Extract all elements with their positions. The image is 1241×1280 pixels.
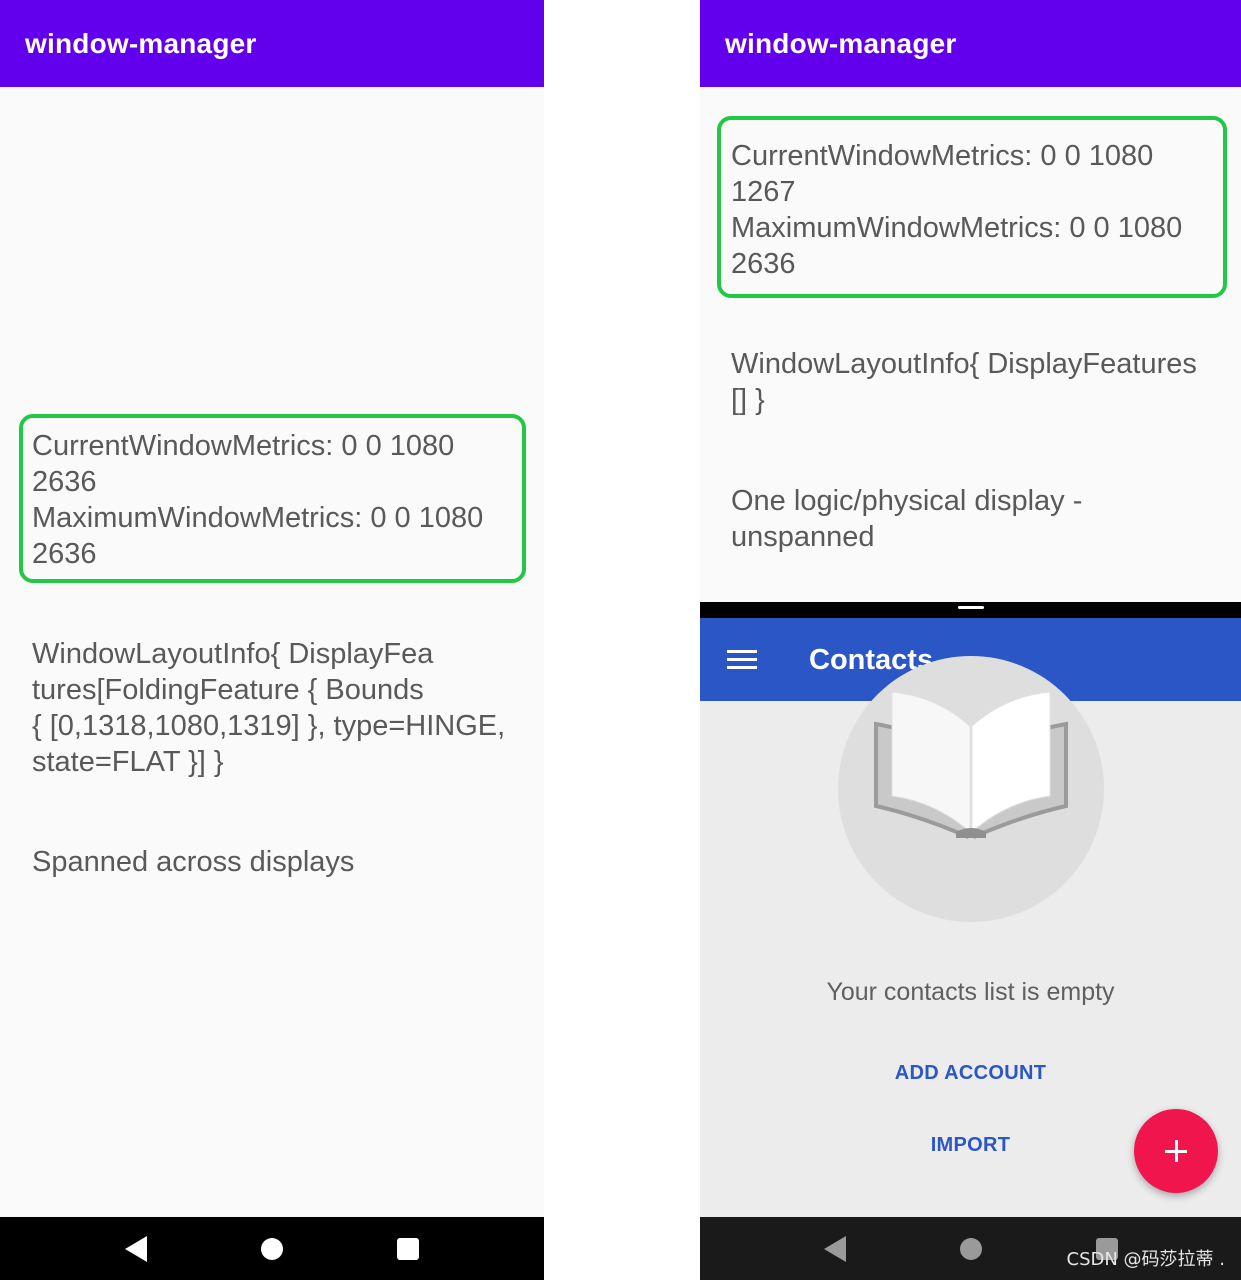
right-phone-screen: window-manager CurrentWindowMetrics: 0 0… <box>700 0 1241 1280</box>
add-account-button[interactable]: ADD ACCOUNT <box>700 1062 1241 1085</box>
watermark: CSDN @码莎拉蒂 . <box>1066 1249 1225 1270</box>
display-status-text: Spanned across displays <box>32 846 355 878</box>
recents-icon[interactable] <box>397 1238 419 1260</box>
contacts-empty-state: Your contacts list is empty ADD ACCOUNT … <box>700 656 1241 1217</box>
open-book-icon <box>874 691 1068 840</box>
system-nav-bar <box>0 1217 544 1280</box>
back-icon[interactable] <box>824 1236 846 1262</box>
home-icon[interactable] <box>261 1238 283 1260</box>
app-bar: window-manager <box>700 0 1241 87</box>
back-icon[interactable] <box>125 1236 147 1262</box>
hamburger-menu-icon[interactable] <box>727 650 757 670</box>
display-status-text: One logic/physical display - unspanned <box>731 485 1083 553</box>
window-metrics-text: CurrentWindowMetrics: 0 0 1080 2636 Maxi… <box>32 430 484 570</box>
window-layout-info-text: WindowLayoutInfo{ DisplayFeatures [] } <box>731 348 1197 416</box>
home-icon[interactable] <box>960 1238 982 1260</box>
app-title: window-manager <box>25 28 257 59</box>
split-screen-divider[interactable] <box>700 602 1241 618</box>
app-title: window-manager <box>725 28 957 59</box>
app-bar: window-manager <box>0 0 544 87</box>
empty-contacts-message: Your contacts list is empty <box>826 978 1115 1006</box>
divider-handle[interactable] <box>958 606 984 609</box>
window-metrics-text: CurrentWindowMetrics: 0 0 1080 1267 Maxi… <box>731 140 1183 280</box>
empty-state-illustration <box>838 656 1104 922</box>
window-layout-info-text: WindowLayoutInfo{ DisplayFea tures[Foldi… <box>32 638 506 778</box>
left-phone-screen: window-manager CurrentWindowMetrics: 0 0… <box>0 0 544 1280</box>
add-contact-fab[interactable] <box>1134 1109 1218 1193</box>
